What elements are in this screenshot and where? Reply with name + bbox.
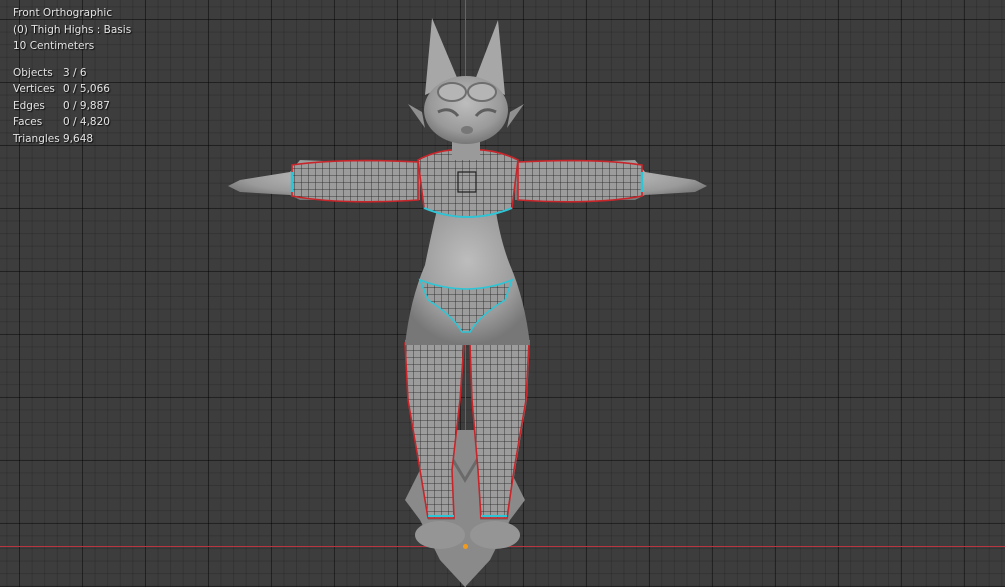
stat-row-faces: Faces 0 / 4,820: [13, 114, 131, 131]
stat-row-edges: Edges 0 / 9,887: [13, 98, 131, 115]
stat-row-triangles: Triangles 9,648: [13, 131, 131, 148]
view-name: Front Orthographic: [13, 7, 113, 19]
stat-label: Vertices: [13, 83, 55, 95]
grid-scale: 10 Centimeters: [13, 40, 95, 52]
right-foot: [470, 521, 520, 549]
stat-row-vertices: Vertices 0 / 5,066: [13, 81, 131, 98]
stat-row-objects: Objects 3 / 6: [13, 65, 131, 82]
stat-value: 0 / 4,820: [63, 116, 110, 128]
left-sleeve: [291, 159, 419, 203]
stat-value: 0 / 9,887: [63, 99, 110, 112]
viewport-text-overlay: Front Orthographic (0) Thigh Highs : Bas…: [13, 5, 131, 147]
stat-label: Edges: [13, 99, 45, 112]
right-sleeve: [517, 159, 643, 203]
3d-viewport[interactable]: [0, 0, 1005, 587]
active-object: (0) Thigh Highs : Basis: [13, 23, 132, 36]
left-foot: [415, 521, 465, 549]
stat-value: 0 / 5,066: [63, 83, 110, 95]
goggles-right: [467, 82, 497, 102]
stat-label: Faces: [13, 116, 43, 128]
origin-point: [463, 544, 468, 549]
character-model[interactable]: [0, 0, 1005, 587]
stat-value: 9,648: [63, 132, 94, 145]
stat-label: Objects: [13, 66, 53, 79]
goggles-left: [437, 82, 467, 102]
stat-label: Triangles: [13, 132, 60, 145]
stat-value: 3 / 6: [63, 66, 87, 79]
